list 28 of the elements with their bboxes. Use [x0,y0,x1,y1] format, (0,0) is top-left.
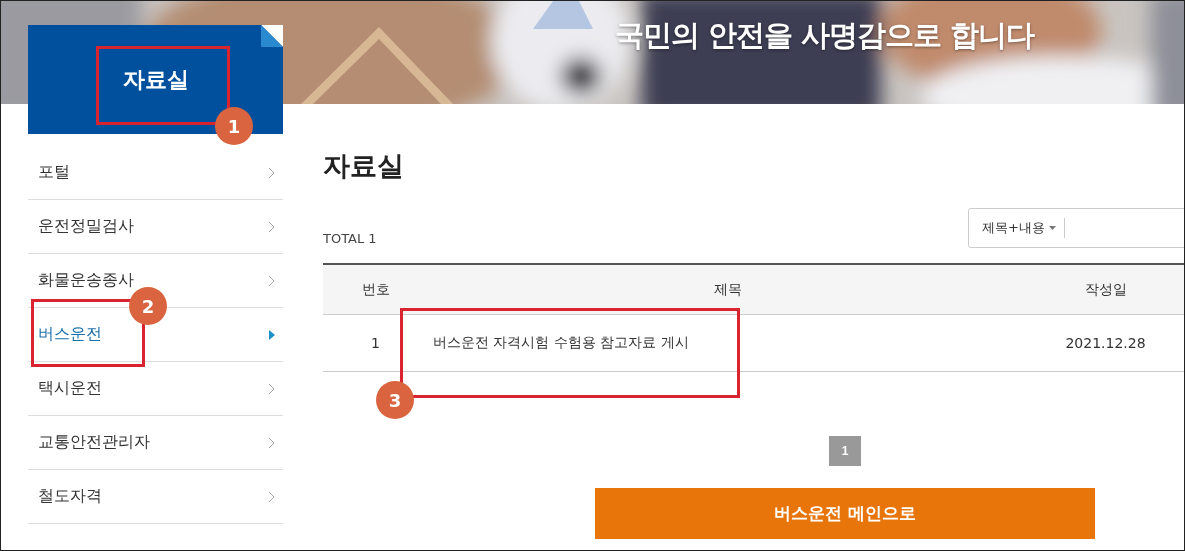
table-cell: 2021.12.28 [1027,314,1184,372]
sidebar-title: 자료실 [122,65,189,94]
sidebar-item[interactable]: 운전정밀검사 [28,200,283,254]
chevron-right-icon [268,382,275,395]
chevron-right-icon [268,220,275,233]
search-field[interactable]: 제목+내용 [968,208,1184,248]
sidebar-item[interactable]: 포털 [28,146,283,200]
column-header: 번호 [323,264,429,315]
total-count: TOTAL 1 [323,231,377,246]
search-scope-dropdown[interactable]: 제목+내용 [982,218,1065,238]
chevron-right-icon [268,490,275,503]
page-title: 자료실 [323,149,405,183]
step-number: 2 [129,287,167,325]
chevron-right-icon [268,274,275,287]
post-title-link[interactable]: 버스운전 자격시험 수험용 참고자료 게시 [429,314,1027,372]
sidebar-item[interactable]: 교통안전관리자 [28,416,283,470]
folded-corner-icon [261,25,283,47]
chevron-right-icon [268,436,275,449]
sidebar-item[interactable]: 철도자격 [28,470,283,524]
chevron-right-icon [268,166,275,179]
sidebar-item[interactable]: 택시운전 [28,362,283,416]
column-header: 제목 [429,264,1027,315]
column-header: 작성일 [1027,264,1184,315]
step-number: 3 [376,381,414,419]
step-number: 1 [215,107,253,145]
table-cell: 1 [323,314,429,372]
caret-icon [1048,226,1056,230]
triangle-icon [269,329,275,340]
